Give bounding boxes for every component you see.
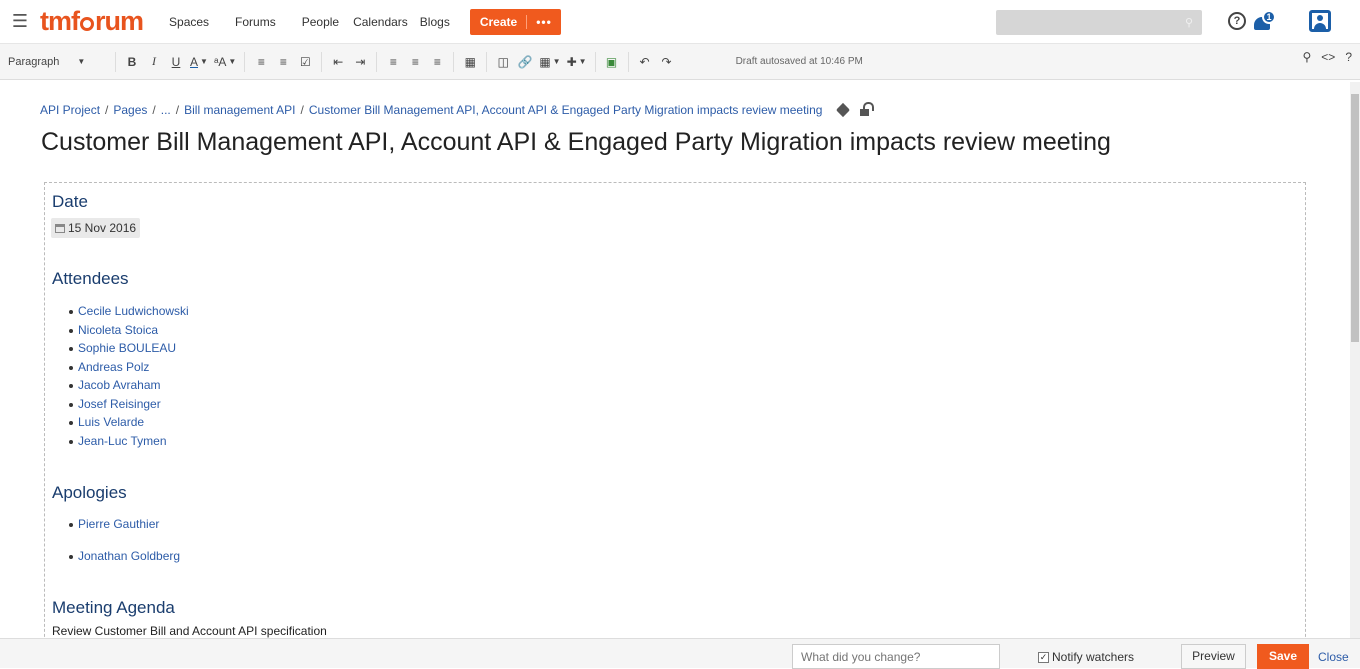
attendee-link[interactable]: Luis Velarde [69, 413, 189, 432]
bold-button[interactable]: B [121, 50, 143, 74]
apologies-list-2: Jonathan Goldberg [68, 547, 180, 566]
agenda-heading: Meeting Agenda [52, 598, 175, 617]
calendar-icon [55, 223, 65, 233]
apology-link[interactable]: Pierre Gauthier [68, 515, 159, 534]
close-button[interactable]: Close [1318, 650, 1349, 664]
italic-button[interactable]: I [143, 50, 165, 74]
paragraph-style-dropdown[interactable]: Paragraph ▼ [0, 50, 110, 74]
apology-link[interactable]: Jonathan Goldberg [68, 547, 180, 566]
date-value: 15 Nov 2016 [68, 221, 137, 235]
nav-forums[interactable]: Forums [235, 15, 276, 29]
date-lozenge[interactable]: 15 Nov 2016 [51, 218, 141, 238]
checkbox-icon[interactable]: ✓ [1038, 651, 1049, 663]
nav-calendars[interactable]: Calendars [353, 15, 408, 29]
insert-image-icon[interactable]: ◫ [492, 50, 514, 74]
breadcrumb: API Project / Pages / ... / Bill managem… [40, 101, 875, 118]
underline-button[interactable]: U [165, 50, 187, 74]
help-icon[interactable]: ? [1228, 12, 1246, 30]
attendee-link[interactable]: Cecile Ludwichowski [69, 302, 189, 321]
attendee-link[interactable]: Josef Reisinger [69, 395, 189, 414]
text-color-button[interactable]: A ▼ [187, 50, 211, 74]
nav-people[interactable]: People [302, 15, 339, 29]
attendees-list: Cecile Ludwichowski Nicoleta Stoica Soph… [69, 302, 189, 451]
template-icon[interactable]: ▣ [601, 50, 623, 74]
notifications-icon[interactable]: 1 [1252, 10, 1278, 34]
agenda-text: Review Customer Bill and Account API spe… [52, 624, 327, 638]
align-left-icon[interactable]: ≡ [382, 50, 404, 74]
preview-button[interactable]: Preview [1181, 644, 1246, 669]
redo-icon[interactable]: ↷ [656, 50, 678, 74]
outdent-icon[interactable]: ⇤ [327, 50, 349, 74]
menu-icon[interactable]: ☰ [0, 11, 40, 32]
breadcrumb-ellipsis[interactable]: ... [161, 103, 171, 117]
breadcrumb-current-page[interactable]: Customer Bill Management API, Account AP… [309, 103, 823, 117]
insert-more-icon[interactable]: ✚ ▼ [564, 50, 590, 74]
notification-badge: 1 [1262, 10, 1276, 24]
apologies-list: Pierre Gauthier [68, 515, 159, 534]
bullet-list-icon[interactable]: ≡ [250, 50, 272, 74]
create-more-button[interactable]: ••• [526, 14, 561, 29]
attendee-link[interactable]: Nicoleta Stoica [69, 321, 189, 340]
text-format-more-icon[interactable]: ᵃA ▼ [211, 50, 239, 74]
source-code-icon[interactable]: <> [1321, 50, 1335, 64]
insert-link-icon[interactable]: 🔗 [514, 50, 536, 74]
page-title[interactable]: Customer Bill Management API, Account AP… [41, 128, 1111, 157]
create-button[interactable]: Create ••• [469, 8, 561, 35]
user-avatar-icon[interactable] [1309, 10, 1331, 32]
save-button[interactable]: Save [1257, 644, 1309, 669]
create-label: Create [479, 14, 518, 29]
indent-icon[interactable]: ⇥ [349, 50, 371, 74]
insert-table-icon[interactable]: ▦ ▼ [536, 50, 563, 74]
change-comment-input[interactable] [792, 644, 1000, 669]
breadcrumb-api-project[interactable]: API Project [40, 103, 100, 117]
tmforum-logo[interactable]: tmf rum [40, 8, 144, 35]
notify-label: Notify watchers [1052, 650, 1135, 664]
attendee-link[interactable]: Sophie BOULEAU [69, 339, 189, 358]
draft-status: Draft autosaved at 10:46 PM [735, 56, 863, 67]
breadcrumb-pages[interactable]: Pages [113, 103, 147, 117]
align-center-icon[interactable]: ≡ [404, 50, 426, 74]
search-input[interactable]: ⚲ [996, 10, 1202, 35]
keyboard-help-icon[interactable]: ? [1345, 50, 1352, 64]
notify-watchers-checkbox[interactable]: ✓ Notify watchers [1038, 650, 1134, 664]
restrictions-icon[interactable] [860, 101, 875, 116]
attendee-link[interactable]: Jean-Luc Tymen [69, 432, 189, 451]
apologies-heading: Apologies [52, 483, 127, 502]
nav-spaces[interactable]: Spaces [169, 15, 209, 29]
top-navigation: ☰ tmf rum Spaces Forums People Calendars … [0, 0, 1360, 44]
scrollbar[interactable] [1350, 82, 1360, 638]
scrollbar-thumb[interactable] [1351, 94, 1359, 342]
attendees-heading: Attendees [52, 269, 129, 288]
page-layout-icon[interactable]: ▦ [459, 50, 481, 74]
editor-toolbar: Paragraph ▼ B I U A ▼ ᵃA ▼ ≡ ≡ ☑ ⇤ ⇥ ≡ ≡ ≡ … [0, 44, 1360, 80]
editor-footer: ✓ Notify watchers Preview Save Close [0, 638, 1360, 669]
attendee-link[interactable]: Jacob Avraham [69, 376, 189, 395]
label-icon[interactable] [836, 102, 851, 118]
undo-icon[interactable]: ↶ [634, 50, 656, 74]
numbered-list-icon[interactable]: ≡ [272, 50, 294, 74]
editor-body[interactable]: Date 15 Nov 2016 Attendees Cecile Ludwic… [44, 182, 1306, 652]
date-heading: Date [52, 192, 88, 211]
search-icon: ⚲ [1184, 17, 1193, 29]
breadcrumb-bill-management[interactable]: Bill management API [184, 103, 295, 117]
nav-blogs[interactable]: Blogs [420, 15, 450, 29]
align-right-icon[interactable]: ≡ [426, 50, 448, 74]
find-replace-icon[interactable]: ⚲ [1303, 50, 1312, 64]
task-list-icon[interactable]: ☑ [294, 50, 316, 74]
attendee-link[interactable]: Andreas Polz [69, 358, 189, 377]
